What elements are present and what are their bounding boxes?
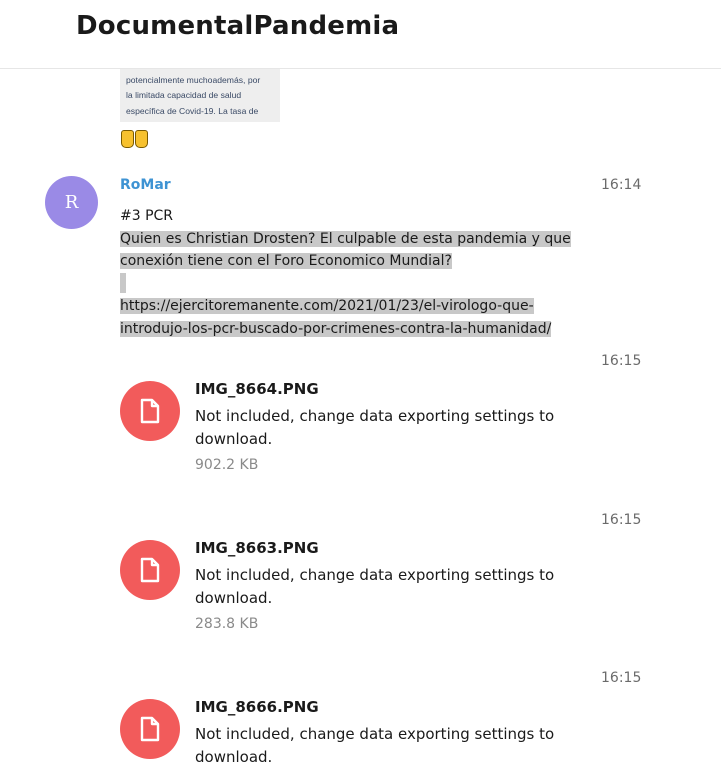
reaction-emoji: [121, 128, 149, 148]
file-icon[interactable]: [120, 540, 180, 600]
message-time: 16:14: [601, 177, 642, 193]
message-time: 16:15: [601, 512, 642, 528]
file-size: 283.8 KB: [195, 616, 259, 632]
thumbs-up-icon: [121, 129, 134, 148]
thumbs-up-icon: [135, 129, 148, 148]
avatar[interactable]: R: [45, 176, 98, 229]
file-status: Not included, change data exporting sett…: [195, 725, 555, 766]
message-line: #3 PCR: [120, 208, 174, 224]
file-size: 902.2 KB: [195, 457, 259, 473]
chat-title: DocumentalPandemia: [76, 11, 400, 41]
chat-header: DocumentalPandemia: [0, 0, 721, 69]
message-link[interactable]: introdujo-los-pcr-buscado-por-crimenes-c…: [120, 318, 620, 341]
file-name: IMG_8666.PNG: [195, 698, 319, 716]
message-time: 16:15: [601, 353, 642, 369]
file-icon[interactable]: [120, 699, 180, 759]
message-line: conexión tiene con el Foro Economico Mun…: [120, 253, 452, 269]
message-author[interactable]: RoMar: [120, 177, 171, 193]
message-line: Quien es Christian Drosten? El culpable …: [120, 230, 571, 247]
file-name: IMG_8663.PNG: [195, 539, 319, 557]
message-line-empty: [120, 272, 620, 296]
file-icon[interactable]: [120, 381, 180, 441]
file-status: Not included, change data exporting sett…: [195, 566, 555, 607]
file-status: Not included, change data exporting sett…: [195, 407, 555, 448]
file-name: IMG_8664.PNG: [195, 380, 319, 398]
message-link[interactable]: https://ejercitoremanente.com/2021/01/23…: [120, 295, 620, 318]
message-time: 16:15: [601, 670, 642, 686]
message-text: #3 PCR Quien es Christian Drosten? El cu…: [120, 205, 620, 340]
